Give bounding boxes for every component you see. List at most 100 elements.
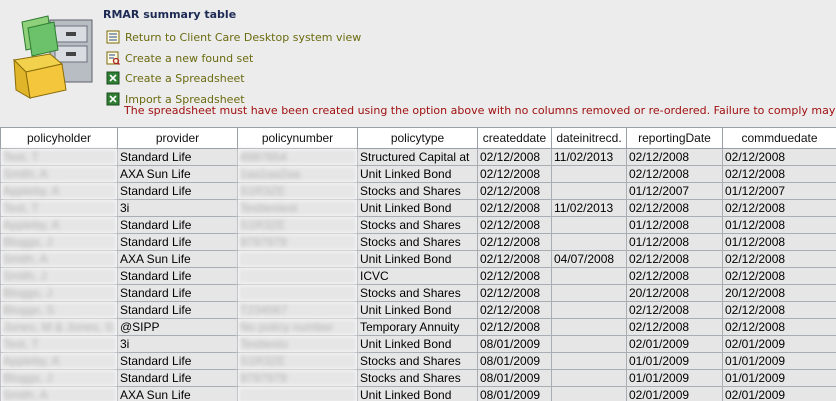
column-header-provider[interactable]: provider bbox=[117, 127, 238, 149]
policyholder-cell: Appleby, A bbox=[0, 216, 118, 234]
commduedate-cell: 02/01/2009 bbox=[722, 335, 836, 353]
createddate-cell: 02/12/2008 bbox=[477, 250, 552, 268]
policynumber-cell bbox=[237, 284, 358, 302]
commduedate-cell: 02/12/2008 bbox=[722, 199, 836, 217]
createddate-cell: 02/12/2008 bbox=[477, 148, 552, 166]
policynumber-cell: S1R3ZE bbox=[237, 182, 358, 200]
reportingdate-cell: 02/12/2008 bbox=[626, 250, 723, 268]
reportingdate-cell: 20/12/2008 bbox=[626, 284, 723, 302]
provider-cell: AXA Sun Life bbox=[117, 386, 238, 401]
policyholder-cell: Smith, A bbox=[0, 165, 118, 183]
provider-cell: @SIPP bbox=[117, 318, 238, 336]
table-row[interactable]: Test, T Standard Life 4987654 Structured Ca… bbox=[0, 148, 836, 166]
commduedate-cell: 20/12/2008 bbox=[722, 284, 836, 302]
table-row[interactable]: Test, T 3i Testtestest Unit Linked Bond 02/1… bbox=[0, 199, 836, 217]
provider-cell: Standard Life bbox=[117, 301, 238, 319]
createddate-cell: 02/12/2008 bbox=[477, 233, 552, 251]
table-row[interactable]: Bloggs, J Standard Life 9797979 Stocks and … bbox=[0, 369, 836, 387]
createddate-cell: 02/12/2008 bbox=[477, 267, 552, 285]
table-header-row: policyholder provider policynumber polic… bbox=[0, 127, 836, 149]
policyholder-cell: Test, T bbox=[0, 335, 118, 353]
return-to-system-view-link[interactable]: Return to Client Care Desktop system vie… bbox=[106, 29, 361, 45]
policytype-cell: Temporary Annuity bbox=[357, 318, 478, 336]
reportingdate-cell: 02/12/2008 bbox=[626, 301, 723, 319]
reportingdate-cell: 02/12/2008 bbox=[626, 148, 723, 166]
dateinitrecd-cell bbox=[551, 165, 627, 183]
table-row[interactable]: Jones, M & Jones, S @SIPP No policy number… bbox=[0, 318, 836, 336]
provider-cell: Standard Life bbox=[117, 148, 238, 166]
table-row[interactable]: Smith, A AXA Sun Life 1aa1aa2aa Unit Linked… bbox=[0, 165, 836, 183]
policytype-cell: Unit Linked Bond bbox=[357, 165, 478, 183]
provider-cell: AXA Sun Life bbox=[117, 250, 238, 268]
policynumber-cell: No policy number bbox=[237, 318, 358, 336]
column-header-dateinitrecd[interactable]: dateinitrecd. bbox=[551, 127, 627, 149]
dateinitrecd-cell bbox=[551, 352, 627, 370]
dateinitrecd-cell bbox=[551, 233, 627, 251]
policyholder-cell: Smith, J bbox=[0, 267, 118, 285]
reportingdate-cell: 02/12/2008 bbox=[626, 318, 723, 336]
policyholder-cell: Jones, M & Jones, S bbox=[0, 318, 118, 336]
createddate-cell: 02/12/2008 bbox=[477, 165, 552, 183]
rmar-summary-table: policyholder provider policynumber polic… bbox=[0, 127, 836, 401]
reportingdate-cell: 01/01/2009 bbox=[626, 352, 723, 370]
createddate-cell: 08/01/2009 bbox=[477, 335, 552, 353]
column-header-commduedate[interactable]: commduedate bbox=[722, 127, 836, 149]
dateinitrecd-cell bbox=[551, 369, 627, 387]
policytype-cell: Unit Linked Bond bbox=[357, 335, 478, 353]
policynumber-cell: T234567 bbox=[237, 301, 358, 319]
commduedate-cell: 02/12/2008 bbox=[722, 250, 836, 268]
column-header-policynumber[interactable]: policynumber bbox=[237, 127, 358, 149]
provider-cell: Standard Life bbox=[117, 267, 238, 285]
policytype-cell: Unit Linked Bond bbox=[357, 301, 478, 319]
policyholder-cell: Test, T bbox=[0, 199, 118, 217]
policynumber-cell: 4987654 bbox=[237, 148, 358, 166]
header: RMAR summary table Return to Client Care… bbox=[0, 0, 836, 127]
table-row[interactable]: Appleby, A Standard Life S1R3ZE Stocks and … bbox=[0, 216, 836, 234]
reportingdate-cell: 01/12/2007 bbox=[626, 182, 723, 200]
table-row[interactable]: Smith, A AXA Sun Life Unit Linked Bond 08/0… bbox=[0, 386, 836, 401]
table-row[interactable]: Test, T 3i Testtesto Unit Linked Bond 08/01/… bbox=[0, 335, 836, 353]
table-row[interactable]: Appleby, A Standard Life S1R3ZE Stocks and … bbox=[0, 352, 836, 370]
table-row[interactable]: Smith, A AXA Sun Life Unit Linked Bond 02/1… bbox=[0, 250, 836, 268]
column-header-reportingdate[interactable]: reportingDate bbox=[626, 127, 723, 149]
reportingdate-cell: 02/01/2009 bbox=[626, 386, 723, 401]
provider-cell: Standard Life bbox=[117, 369, 238, 387]
policytype-cell: Unit Linked Bond bbox=[357, 386, 478, 401]
column-header-createddate[interactable]: createddate bbox=[477, 127, 552, 149]
policyholder-cell: Appleby, A bbox=[0, 182, 118, 200]
policyholder-cell: Bloggs, J bbox=[0, 233, 118, 251]
import-warning-text: The spreadsheet must have been created u… bbox=[124, 104, 836, 117]
column-header-policyholder[interactable]: policyholder bbox=[0, 127, 118, 149]
column-header-policytype[interactable]: policytype bbox=[357, 127, 478, 149]
commduedate-cell: 02/12/2008 bbox=[722, 318, 836, 336]
dateinitrecd-cell bbox=[551, 386, 627, 401]
provider-cell: Standard Life bbox=[117, 352, 238, 370]
policytype-cell: Stocks and Shares bbox=[357, 352, 478, 370]
policynumber-cell: Testtesto bbox=[237, 335, 358, 353]
table-row[interactable]: Smith, J Standard Life ICVC 02/12/2008 02/12… bbox=[0, 267, 836, 285]
create-spreadsheet-link[interactable]: Create a Spreadsheet bbox=[106, 70, 245, 86]
policyholder-cell: Smith, A bbox=[0, 250, 118, 268]
spreadsheet-icon bbox=[106, 92, 120, 106]
commduedate-cell: 02/12/2008 bbox=[722, 301, 836, 319]
provider-cell: Standard Life bbox=[117, 284, 238, 302]
table-row[interactable]: Bloggs, S Standard Life T234567 Unit Linked… bbox=[0, 301, 836, 319]
policytype-cell: Unit Linked Bond bbox=[357, 250, 478, 268]
commduedate-cell: 02/01/2009 bbox=[722, 386, 836, 401]
create-found-set-link[interactable]: Create a new found set bbox=[106, 50, 253, 66]
policynumber-cell: 1aa1aa2aa bbox=[237, 165, 358, 183]
dateinitrecd-cell: 11/02/2013 bbox=[551, 148, 627, 166]
dateinitrecd-cell bbox=[551, 267, 627, 285]
policytype-cell: Stocks and Shares bbox=[357, 182, 478, 200]
policynumber-cell: 9797979 bbox=[237, 233, 358, 251]
table-row[interactable]: Bloggs, J Standard Life Stocks and Shares 0… bbox=[0, 284, 836, 302]
dateinitrecd-cell bbox=[551, 301, 627, 319]
provider-cell: Standard Life bbox=[117, 182, 238, 200]
policynumber-cell bbox=[237, 386, 358, 401]
table-row[interactable]: Bloggs, J Standard Life 9797979 Stocks and … bbox=[0, 233, 836, 251]
table-row[interactable]: Appleby, A Standard Life S1R3ZE Stocks and … bbox=[0, 182, 836, 200]
dateinitrecd-cell bbox=[551, 216, 627, 234]
createddate-cell: 02/12/2008 bbox=[477, 284, 552, 302]
createddate-cell: 08/01/2009 bbox=[477, 352, 552, 370]
reportingdate-cell: 02/12/2008 bbox=[626, 165, 723, 183]
